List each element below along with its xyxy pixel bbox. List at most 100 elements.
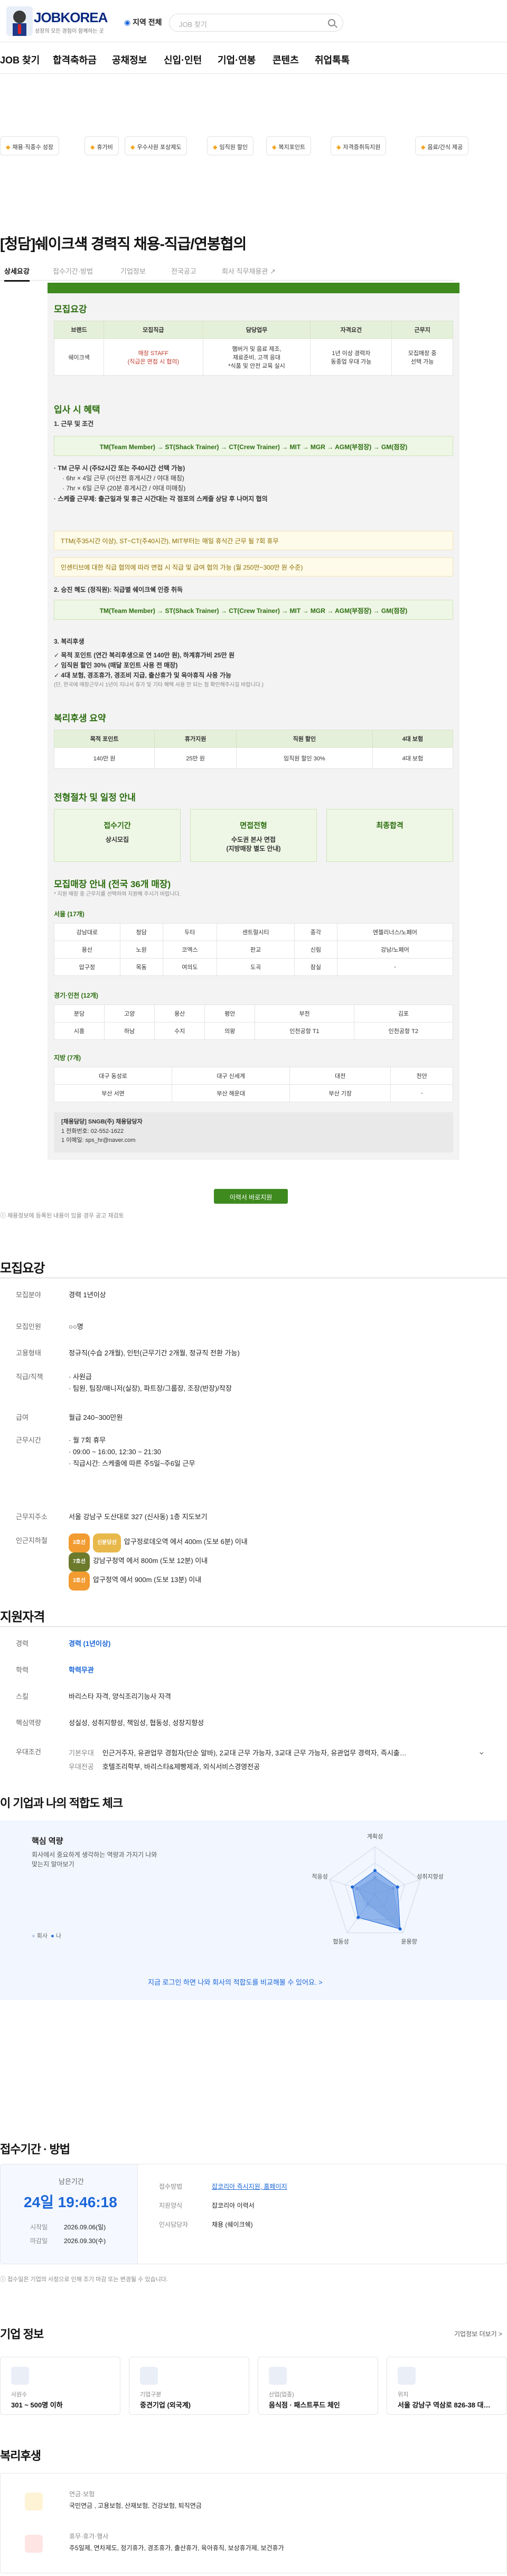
transit-list: 3호선 신분당선 압구정로데오역 에서 400m (도보 6분) 이내 7호선 강남구… xyxy=(69,1533,248,1591)
nav-contents[interactable]: 콘텐츠 xyxy=(273,53,299,67)
section-heading: 복리후생 xyxy=(0,2449,41,2462)
star-icon: ◆ xyxy=(272,144,277,151)
nav-job-search[interactable]: JOB 찾기 xyxy=(0,53,40,67)
store-table-seoul: 강남대로 청담 두타 센트럴시티 종각 엔젤리너스/노페어 용산 노원 코엑스 판교 신림 강남/노… xyxy=(54,923,454,976)
row-label: 직급/직책 xyxy=(16,1373,43,1381)
store-table-gyeonggi: 분당 고양 용산 평안 부천 김포 시흥 하남 수지 의왕 인천공항 T1 인천공항 T2 xyxy=(53,1005,454,1040)
row-label: 근무지주소 xyxy=(16,1513,48,1521)
tab-all-postings[interactable]: 전국공고 xyxy=(171,266,196,276)
row-value: 서울 강남구 도산대로 327 (신사동) 1층 지도보기 xyxy=(69,1513,208,1521)
radar-point xyxy=(351,1885,354,1889)
job-poster: 모집요강 브랜드 모집직급 담당업무 자격요건 근무지 쉐이크섁 매장 STAFF (직급… xyxy=(48,283,459,1160)
company-card: 산업(업종) 음식점 · 패스트푸드 체인 xyxy=(258,2357,378,2415)
company-card: 기업구분 중견기업 (외국계) xyxy=(129,2357,249,2415)
transit-item: 7호선 강남구청역 에서 800m (도보 12분) 이내 xyxy=(69,1552,248,1571)
chip-item: ◆ 채용·직종수 성장 xyxy=(0,136,60,155)
poster-subheading: 1. 근무 및 조건 xyxy=(54,420,94,427)
poster-subheading: 3. 복리후생 xyxy=(54,638,84,645)
store-note: * 지원 매장 중 근무지를 선택하여 지원해 주시기 바랍니다. xyxy=(54,891,181,897)
site-logo[interactable]: JOBKOREA xyxy=(34,10,108,26)
tab-period[interactable]: 접수기간·방법 xyxy=(53,266,93,276)
step-box: 최종합격 xyxy=(326,809,453,862)
region-label: 지방 (7개) xyxy=(54,1054,81,1062)
store-table-local: 대구 동성로 대구 신세계 대전 천안 부산 서면 부산 해운대 부산 기장 - xyxy=(53,1067,453,1102)
tab-job-hall[interactable]: 회사 직무채용관 ↗ xyxy=(222,266,276,276)
region-selector[interactable]: ◉ 지역 전체 xyxy=(124,17,162,27)
building-icon xyxy=(140,2367,158,2385)
benefit-list: ✓ 목적 포인트 (연간 복리후생으로 연 140만 원), 하계휴가비 25만… xyxy=(54,652,264,688)
search-input[interactable]: JOB 찾기 xyxy=(169,14,343,32)
company-card[interactable]: 위치 서울 강남구 역삼로 826-38 대… xyxy=(387,2357,507,2415)
row-value: · 월 7회 휴무 · 09:00 ~ 16:00, 12:30 ~ 21:30… xyxy=(69,1436,195,1468)
map-pin-icon xyxy=(398,2367,416,2385)
chip-item: ◆ 복지포인트 xyxy=(266,136,312,155)
logo-tagline: 성장의 모든 경험이 함께하는 곳 xyxy=(35,29,104,34)
row-label: 고용형태 xyxy=(16,1349,41,1357)
row-value: 바리스타 자격, 양식조리기능사 자격 xyxy=(69,1692,171,1700)
welfare-chips: ◆ 채용·직종수 성장 ◆ 휴가비 ◆ 우수사원 포상제도 ◆ 임직원 할인 ◆ 복지포인… xyxy=(0,132,507,162)
briefcase-icon xyxy=(269,2367,287,2385)
search-placeholder: JOB 찾기 xyxy=(179,21,207,29)
radar-legend: ● 회사 ● 나 xyxy=(32,1933,61,1939)
location-pin-icon: ◉ xyxy=(124,18,133,26)
poster-subheading: 2. 승진 혜도 (정직원): 직급별 쉐이크쉑 인증 취득 xyxy=(54,586,183,593)
section-heading: 이 기업과 나의 적합도 체크 xyxy=(0,1797,123,1810)
poster-section-title: 입사 시 혜택 xyxy=(54,405,100,415)
section-heading: 모집요강 xyxy=(0,1261,45,1276)
poster-section-title: 모집매장 안내 (전국 36개 매장) xyxy=(54,879,171,889)
vacation-icon xyxy=(25,2535,43,2553)
nav-new-intern[interactable]: 신입·인턴 xyxy=(164,53,202,67)
radar-axis-label: 성취지향성 xyxy=(417,1873,444,1880)
nav-job-talk[interactable]: 취업톡톡 xyxy=(315,53,350,67)
site-header: JOBKOREA 성장의 모든 경험이 함께하는 곳 ◉ 지역 전체 JOB 찾… xyxy=(0,0,507,42)
chip-item: ◆ 임직원 할인 xyxy=(207,136,254,155)
nav-company-salary[interactable]: 기업·연봉 xyxy=(218,53,256,67)
compat-subtitle: 핵심 역량 xyxy=(32,1837,63,1846)
login-cta-link[interactable]: 지금 로그인 하면 나와 회사의 적합도를 비교해볼 수 있어요. > xyxy=(148,1977,323,1987)
info-icon: ⓘ xyxy=(0,1213,8,1219)
welfare-label: 휴무·휴가·행사 xyxy=(69,2533,109,2540)
section-heading: 기업 정보 xyxy=(0,2328,44,2341)
row-value: 정규직(수습 2개월), 인턴(근무기간 2개월, 정규직 전환 가능) xyxy=(69,1349,240,1357)
poster-section-title: 복리후생 요약 xyxy=(54,713,106,723)
chip-item: ◆ 음료/간식 제공 xyxy=(415,136,469,155)
tab-company[interactable]: 기업정보 xyxy=(120,266,146,276)
apply-method-link[interactable]: 잡코리아 즉시지원, 홈페이지 xyxy=(212,2183,287,2190)
row-label: 모집분야 xyxy=(16,1291,41,1299)
star-icon: ◆ xyxy=(336,144,341,151)
region-label: 서울 (17개) xyxy=(54,910,84,918)
star-icon: ◆ xyxy=(421,144,426,151)
row-label: 학력 xyxy=(16,1666,29,1674)
star-icon: ◆ xyxy=(90,144,95,151)
career-path-box: TM(Team Member) → ST(Shack Trainer) → CT… xyxy=(54,436,453,456)
radar-axis-label: 윤용량 xyxy=(401,1938,417,1945)
radar-point xyxy=(398,1927,402,1931)
poster-section-title: 전형절차 및 일정 안내 xyxy=(54,793,136,803)
step-box: 면접전형 수도권 본사 면접 (지방매장 별도 안내) xyxy=(190,809,317,862)
row-value: 학력무관 xyxy=(69,1666,94,1674)
apply-now-button[interactable]: 이력서 바로지원 xyxy=(214,1189,288,1204)
search-icon[interactable] xyxy=(328,19,335,26)
row-label: 우대조건 xyxy=(16,1748,41,1756)
logo-mascot-icon[interactable] xyxy=(6,6,33,36)
welfare-value: 국민연금 , 고용보험, 산재보험, 건강보험, 퇴직연금 xyxy=(69,2502,202,2509)
row-label: 인근지하철 xyxy=(16,1537,48,1545)
company-more-link[interactable]: 기업정보 더보기 > xyxy=(454,2329,502,2338)
preference-list: 기본우대 인근거주자, 유관업무 경험자(단순 알바), 2교대 근무 가능자, … xyxy=(69,1749,407,1771)
star-icon: ◆ xyxy=(213,144,218,151)
period-panel: 남은기간 24일 19:46:18 시작일 2026.09.06(일) 마감일 … xyxy=(0,2164,507,2264)
tab-detail[interactable]: 상세요강 xyxy=(4,266,30,282)
recruit-table: 브랜드 모집직급 담당업무 자격요건 근무지 쉐이크섁 매장 STAFF (직급은 면접 … xyxy=(53,321,453,376)
welfare-label: 연금·보험 xyxy=(69,2490,95,2498)
chip-item: ◆ 자격증취득지원 xyxy=(331,136,387,155)
promotion-path-box: TM(Team Member) → ST(Shack Trainer) → CT… xyxy=(54,600,453,620)
region-label: 경기·인천 (12개) xyxy=(54,992,98,999)
row-value: 경력 1년이상 xyxy=(69,1291,106,1299)
nav-public-recruit[interactable]: 공채정보 xyxy=(112,53,147,67)
row-label: 스킬 xyxy=(16,1692,29,1700)
radar-point xyxy=(356,1915,360,1919)
nav-congrats-bonus[interactable]: 합격축하금 xyxy=(53,53,97,67)
chevron-down-icon[interactable]: ⌄ xyxy=(478,1746,485,1757)
remain-label: 남은기간 xyxy=(59,2178,84,2186)
row-label: 모집인원 xyxy=(16,1323,41,1331)
